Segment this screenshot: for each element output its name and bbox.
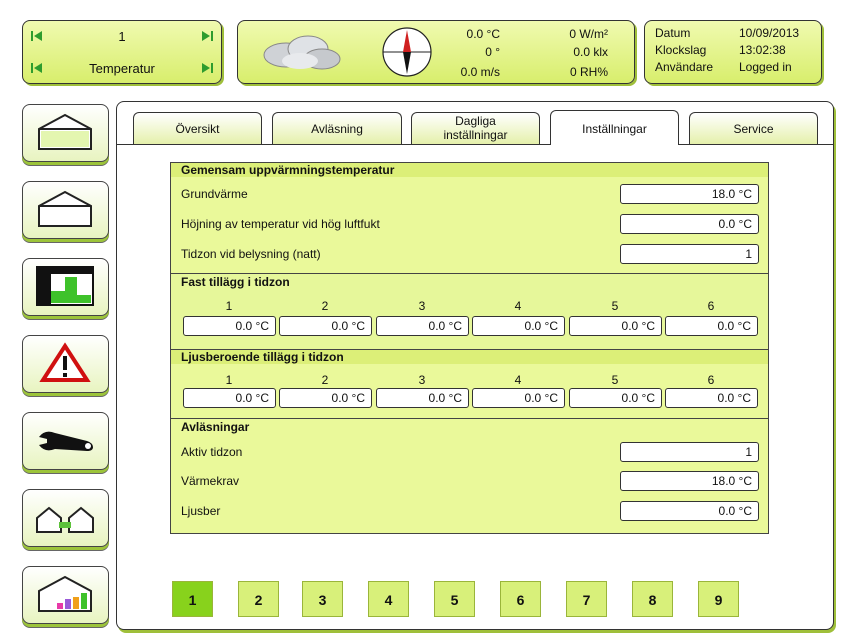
zone-value-field[interactable]: 0.0 °C <box>569 316 662 336</box>
greenhouse-chart-icon <box>38 575 92 612</box>
page-button-6[interactable]: 6 <box>500 581 541 617</box>
page-button-7[interactable]: 7 <box>566 581 607 617</box>
tab-dagliga-installningar[interactable]: Dagliga inställningar <box>411 112 540 145</box>
zone-value-field[interactable]: 0.0 °C <box>472 316 565 336</box>
schedule-grid-icon <box>36 266 94 306</box>
settings-panel: Gemensam uppvärmningstemperatur Grundvär… <box>170 162 769 534</box>
row-label-night-zone: Tidzon vid belysning (natt) <box>181 247 321 261</box>
alarm-button[interactable] <box>22 335 109 393</box>
zone-value-field[interactable]: 0.0 °C <box>376 388 469 408</box>
user-value: Logged in <box>739 60 792 74</box>
zone-value-field[interactable]: 0.0 °C <box>569 388 662 408</box>
compass-icon <box>380 25 434 82</box>
next-category-icon[interactable] <box>201 62 213 74</box>
row-label-humidity-raise: Höjning av temperatur vid hög luftfukt <box>181 217 380 231</box>
schedule-button[interactable] <box>22 258 109 316</box>
service-tools-button[interactable] <box>22 412 109 470</box>
connected-greenhouses-button[interactable] <box>22 489 109 547</box>
first-zone-icon[interactable] <box>31 30 43 42</box>
zone-column-number: 2 <box>321 299 329 313</box>
tab-installningar[interactable]: Inställningar <box>550 110 679 145</box>
tab-service[interactable]: Service <box>689 112 818 145</box>
greenhouse-icon <box>38 113 92 150</box>
humidity: 0 RH% <box>569 65 608 79</box>
zone-column-number: 3 <box>418 373 426 387</box>
grundvarme-field[interactable]: 18.0 °C <box>620 184 759 204</box>
night-zone-field[interactable]: 1 <box>620 244 759 264</box>
wrench-icon <box>39 431 93 451</box>
zone-value-field[interactable]: 0.0 °C <box>183 388 276 408</box>
section-title-light-addition: Ljusberoende tillägg i tidzon <box>181 350 344 364</box>
wind-direction: 0 ° <box>485 45 500 59</box>
zone-column-number: 6 <box>707 373 715 387</box>
zone-column-number: 5 <box>611 373 619 387</box>
zone-value-field[interactable]: 0.0 °C <box>279 316 372 336</box>
light-dependent-field: 0.0 °C <box>620 501 759 521</box>
greenhouse-icon <box>38 190 92 227</box>
category-name: Temperatur <box>89 61 155 76</box>
zone-column-number: 6 <box>707 299 715 313</box>
page-button-1[interactable]: 1 <box>172 581 213 617</box>
time-value: 13:02:38 <box>739 43 786 57</box>
zone-column-number: 4 <box>514 373 522 387</box>
page-button-9[interactable]: 9 <box>698 581 739 617</box>
section-divider <box>171 418 768 419</box>
tab-oversikt[interactable]: Översikt <box>133 112 262 145</box>
page-button-5[interactable]: 5 <box>434 581 475 617</box>
energy-statistics-button[interactable] <box>22 566 109 624</box>
weather-panel[interactable]: 0.0 °C 0 ° 0.0 m/s 0 W/m² 0.0 klx 0 RH% <box>237 20 635 84</box>
greenhouse-overview-button[interactable] <box>22 104 109 162</box>
page-button-8[interactable]: 8 <box>632 581 673 617</box>
datetime-panel: Datum 10/09/2013 Klockslag 13:02:38 Anvä… <box>644 20 822 84</box>
zone-column-number: 2 <box>321 373 329 387</box>
section-title-common-heating: Gemensam uppvärmningstemperatur <box>181 163 395 177</box>
page-button-2[interactable]: 2 <box>238 581 279 617</box>
zone-column-number: 1 <box>225 373 233 387</box>
first-category-icon[interactable] <box>31 62 43 74</box>
row-label-light-dependent: Ljusber <box>181 504 221 518</box>
date-label: Datum <box>655 26 691 40</box>
section-title-fixed-addition: Fast tillägg i tidzon <box>181 275 290 289</box>
page-button-3[interactable]: 3 <box>302 581 343 617</box>
date-value: 10/09/2013 <box>739 26 800 40</box>
tab-avlasning[interactable]: Avläsning <box>272 112 402 145</box>
twin-greenhouse-icon <box>36 506 94 533</box>
zone-value-field[interactable]: 0.0 °C <box>472 388 565 408</box>
zone-value-field[interactable]: 0.0 °C <box>665 316 758 336</box>
radiation: 0 W/m² <box>569 27 608 41</box>
active-zone-field: 1 <box>620 442 759 462</box>
zone-value-field[interactable]: 0.0 °C <box>183 316 276 336</box>
row-label-active-zone: Aktiv tidzon <box>181 445 243 459</box>
warning-icon <box>39 342 91 382</box>
zone-value-field[interactable]: 0.0 °C <box>279 388 372 408</box>
light-level: 0.0 klx <box>573 45 608 59</box>
row-label-grundvarme: Grundvärme <box>181 187 248 201</box>
tab-baseline <box>117 144 833 145</box>
time-label: Klockslag <box>655 43 707 57</box>
zone-number: 1 <box>118 29 126 44</box>
zone-column-number: 3 <box>418 299 426 313</box>
outdoor-temperature: 0.0 °C <box>466 27 500 41</box>
section-title-readings: Avläsningar <box>181 420 250 434</box>
greenhouse-climate-button[interactable] <box>22 181 109 239</box>
zone-column-number: 1 <box>225 299 233 313</box>
cloud-icon <box>256 31 348 78</box>
next-zone-icon[interactable] <box>201 30 213 42</box>
row-label-heat-demand: Värmekrav <box>181 474 240 488</box>
humidity-raise-field[interactable]: 0.0 °C <box>620 214 759 234</box>
heat-demand-field: 18.0 °C <box>620 471 759 491</box>
page-button-4[interactable]: 4 <box>368 581 409 617</box>
wind-speed: 0.0 m/s <box>460 65 500 79</box>
zone-value-field[interactable]: 0.0 °C <box>376 316 469 336</box>
zone-value-field[interactable]: 0.0 °C <box>665 388 758 408</box>
zone-column-number: 4 <box>514 299 522 313</box>
user-label: Användare <box>655 60 714 74</box>
zone-navigator: 1 Temperatur <box>22 20 222 84</box>
zone-column-number: 5 <box>611 299 619 313</box>
